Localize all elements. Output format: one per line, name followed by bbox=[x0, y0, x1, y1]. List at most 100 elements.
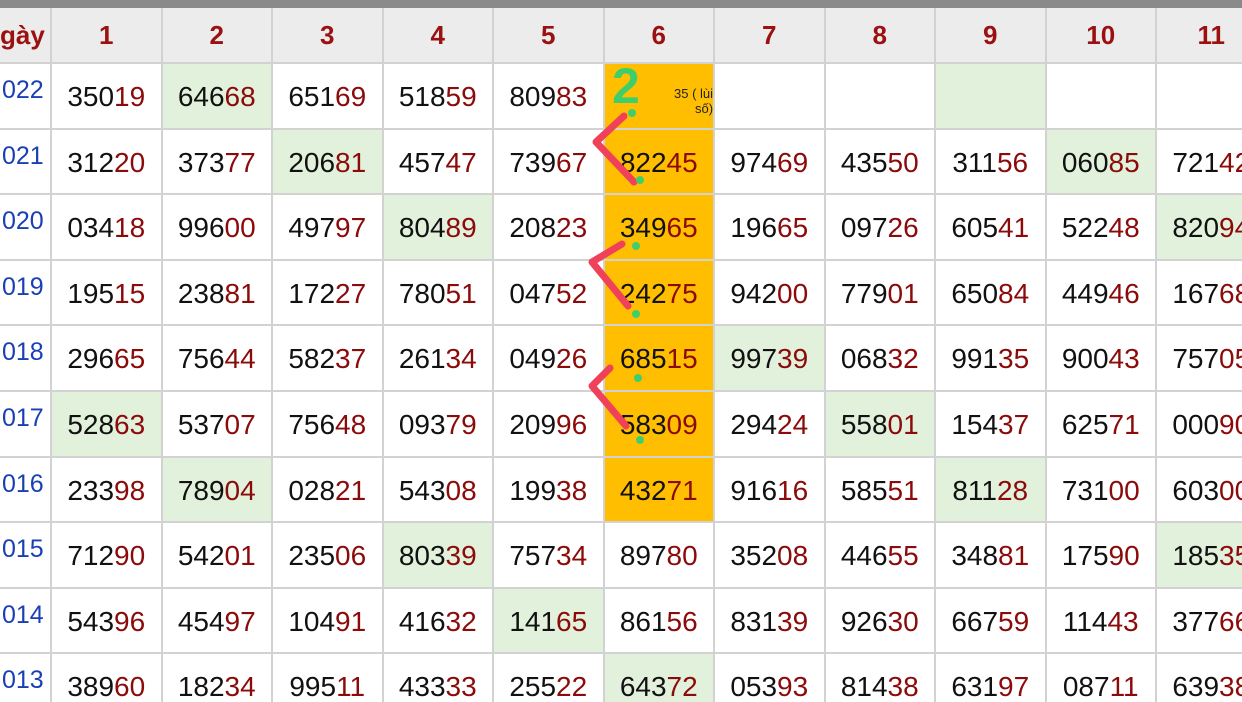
result-cell: 83139 bbox=[715, 588, 826, 655]
number-head: 582 bbox=[288, 343, 336, 375]
number-head: 756 bbox=[177, 343, 225, 375]
number-tail: 16 bbox=[777, 474, 809, 506]
row-year-label: 022 bbox=[0, 64, 52, 130]
result-cell: 82245 bbox=[604, 129, 715, 196]
number-tail: 42 bbox=[1219, 146, 1242, 178]
number-head: 093 bbox=[398, 409, 446, 440]
result-cell: 31220 bbox=[52, 129, 163, 196]
number-head: 432 bbox=[619, 474, 667, 506]
result-cell: 20996 bbox=[494, 392, 605, 458]
result-cell: 04926 bbox=[494, 326, 605, 392]
number-tail: 09 bbox=[666, 409, 698, 440]
number-tail: 91 bbox=[335, 605, 367, 637]
result-cell: 99511 bbox=[273, 654, 384, 702]
result-cell: 90043 bbox=[1046, 326, 1157, 392]
result-cell: 58551 bbox=[825, 457, 936, 524]
number-tail: 80 bbox=[666, 540, 698, 572]
number-tail: 71 bbox=[666, 474, 698, 506]
result-cell: 60300 bbox=[1157, 458, 1242, 524]
number-head: 449 bbox=[1061, 277, 1109, 309]
number-tail: 59 bbox=[445, 81, 477, 112]
number-tail: 32 bbox=[445, 605, 477, 637]
number-head: 175 bbox=[1061, 540, 1109, 572]
number-head: 049 bbox=[509, 343, 557, 375]
number-head: 047 bbox=[509, 277, 557, 309]
number-head: 667 bbox=[951, 605, 999, 637]
result-cell: 29424 bbox=[715, 392, 826, 458]
column-header-5: 5 bbox=[494, 8, 605, 64]
number-head: 154 bbox=[951, 409, 999, 440]
number-tail: 01 bbox=[887, 277, 919, 309]
result-cell: 38960 bbox=[52, 654, 163, 702]
result-cell: 23881 bbox=[162, 260, 273, 327]
result-cell: 24275 bbox=[604, 260, 715, 327]
result-cell: 31156 bbox=[936, 129, 1047, 196]
result-cell: 58309 bbox=[604, 392, 715, 458]
result-cell: 99739 bbox=[715, 326, 826, 392]
number-head: 528 bbox=[67, 409, 115, 440]
number-tail: 65 bbox=[666, 212, 698, 244]
number-tail: 39 bbox=[777, 343, 809, 375]
number-tail: 67 bbox=[556, 146, 588, 178]
number-tail: 98 bbox=[114, 474, 146, 506]
number-tail: 89 bbox=[445, 212, 477, 244]
result-cell: 92630 bbox=[825, 588, 936, 655]
number-tail: 71 bbox=[1108, 409, 1140, 440]
row-year-label: 017 bbox=[0, 392, 52, 458]
result-cell: 86156 bbox=[604, 588, 715, 655]
number-head: 789 bbox=[177, 474, 225, 506]
result-cell: 63197 bbox=[936, 654, 1047, 702]
number-head: 739 bbox=[509, 146, 557, 178]
column-header-9: 9 bbox=[936, 8, 1047, 64]
number-tail: 81 bbox=[224, 277, 256, 309]
number-head: 916 bbox=[730, 474, 778, 506]
number-tail: 83 bbox=[556, 81, 588, 112]
result-cell: 16768 bbox=[1157, 261, 1242, 327]
number-tail: 77 bbox=[224, 146, 256, 178]
result-cell: 68515 bbox=[604, 326, 715, 392]
column-header-day: gày bbox=[0, 8, 52, 64]
number-head: 583 bbox=[619, 409, 667, 440]
number-head: 068 bbox=[840, 343, 888, 375]
number-head: 195 bbox=[67, 277, 115, 309]
number-head: 349 bbox=[619, 212, 667, 244]
number-tail: 59 bbox=[998, 605, 1030, 637]
result-cell: 99135 bbox=[936, 326, 1047, 392]
number-tail: 00 bbox=[1108, 474, 1140, 506]
number-head: 537 bbox=[177, 409, 225, 440]
number-tail: 85 bbox=[1108, 146, 1140, 178]
number-tail: 75 bbox=[666, 277, 698, 309]
number-tail: 48 bbox=[1108, 212, 1140, 244]
number-tail: 34 bbox=[445, 343, 477, 375]
number-head: 185 bbox=[1172, 540, 1220, 572]
column-header-3: 3 bbox=[273, 8, 384, 64]
number-tail: 97 bbox=[335, 212, 367, 244]
number-head: 543 bbox=[67, 605, 115, 637]
column-header-7: 7 bbox=[715, 8, 826, 64]
result-cell: 75648 bbox=[273, 392, 384, 458]
number-tail: 08 bbox=[445, 474, 477, 506]
number-head: 897 bbox=[619, 540, 667, 572]
number-head: 242 bbox=[619, 277, 667, 309]
result-cell: 43333 bbox=[384, 654, 494, 702]
number-head: 196 bbox=[730, 212, 778, 244]
result-cell: 99600 bbox=[162, 195, 273, 261]
result-cell: 72142 bbox=[1157, 130, 1242, 196]
number-tail: 48 bbox=[335, 409, 367, 440]
number-head: 996 bbox=[177, 212, 225, 244]
number-tail: 69 bbox=[335, 81, 367, 112]
number-tail: 32 bbox=[887, 343, 919, 375]
result-cell bbox=[715, 64, 826, 130]
number-head: 416 bbox=[398, 605, 446, 637]
number-head: 803 bbox=[398, 540, 446, 572]
result-cell: 35019 bbox=[52, 64, 163, 130]
number-head: 294 bbox=[730, 409, 778, 440]
result-cell: 37766 bbox=[1157, 589, 1242, 655]
number-tail: 44 bbox=[224, 343, 256, 375]
number-head: 625 bbox=[1061, 409, 1109, 440]
number-head: 446 bbox=[840, 540, 888, 572]
number-tail: 79 bbox=[445, 409, 477, 440]
number-head: 255 bbox=[509, 671, 557, 702]
number-tail: 96 bbox=[556, 409, 588, 440]
number-head: 141 bbox=[509, 605, 557, 637]
